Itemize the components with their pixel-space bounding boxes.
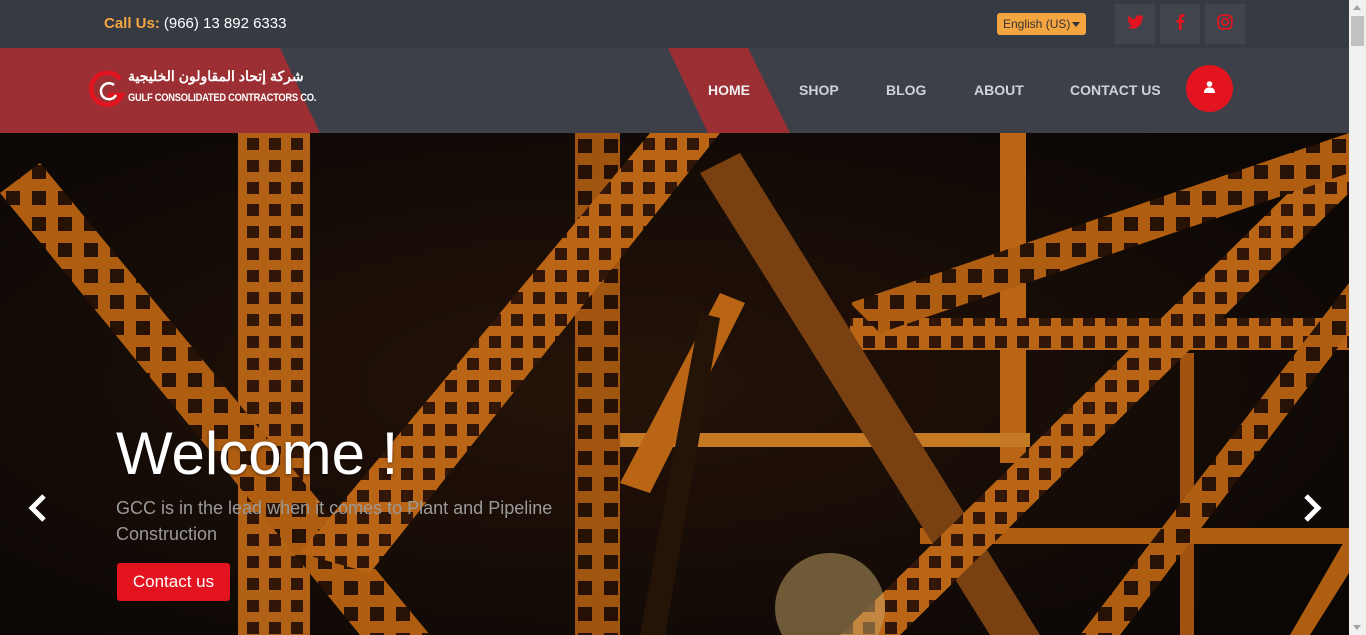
logo-arabic-text: شركة إتحاد المقاولون الخليجية [128,68,304,84]
nav-item-blog[interactable]: BLOG [886,82,926,98]
instagram-icon [1217,13,1233,35]
facebook-icon [1176,13,1185,35]
main-navbar: شركة إتحاد المقاولون الخليجية GULF CONSO… [0,48,1349,133]
instagram-button[interactable] [1205,4,1245,44]
page-scrollbar[interactable] [1349,0,1366,635]
nav-item-home[interactable]: HOME [708,82,750,98]
nav-item-shop[interactable]: SHOP [799,82,839,98]
twitter-button[interactable] [1115,4,1155,44]
user-account-button[interactable] [1186,65,1233,112]
logo-english-text: GULF CONSOLIDATED CONTRACTORS CO. [128,92,317,104]
hero-title: Welcome ! [116,420,399,487]
language-value: English (US) [1003,17,1071,31]
scroll-up-icon[interactable] [1353,5,1361,10]
language-select[interactable]: English (US) [997,13,1086,35]
gcc-logo-icon [86,70,126,114]
caret-down-icon [1072,22,1080,27]
page: Call Us:(966) 13 892 6333 English (US) [0,0,1349,635]
nav-item-contact-us[interactable]: CONTACT US [1070,82,1161,98]
scroll-down-icon[interactable] [1353,625,1361,630]
call-us-label: Call Us: [104,15,160,32]
top-bar: Call Us: (966) 13 892 6333 English (US) [0,0,1349,48]
hero-background-image [0,133,1349,635]
user-icon [1204,80,1215,98]
call-us: Call Us: (966) 13 892 6333 [104,15,286,32]
nav-item-about[interactable]: ABOUT [974,82,1024,98]
logo-background [0,48,320,133]
facebook-button[interactable] [1160,4,1200,44]
contact-us-button[interactable]: Contact us [117,563,230,601]
hero-subtitle: GCC is in the lead when it comes to Plan… [116,498,553,544]
twitter-icon [1126,14,1144,34]
slider-next-button[interactable] [1300,493,1326,528]
scroll-thumb[interactable] [1351,16,1364,46]
call-us-number[interactable]: (966) 13 892 6333 [164,15,287,32]
chevron-left-icon [26,493,48,528]
chevron-right-icon [1302,493,1324,528]
hero-slider: Welcome ! GCC is in the lead when it com… [0,133,1349,635]
slider-prev-button[interactable] [24,493,50,528]
